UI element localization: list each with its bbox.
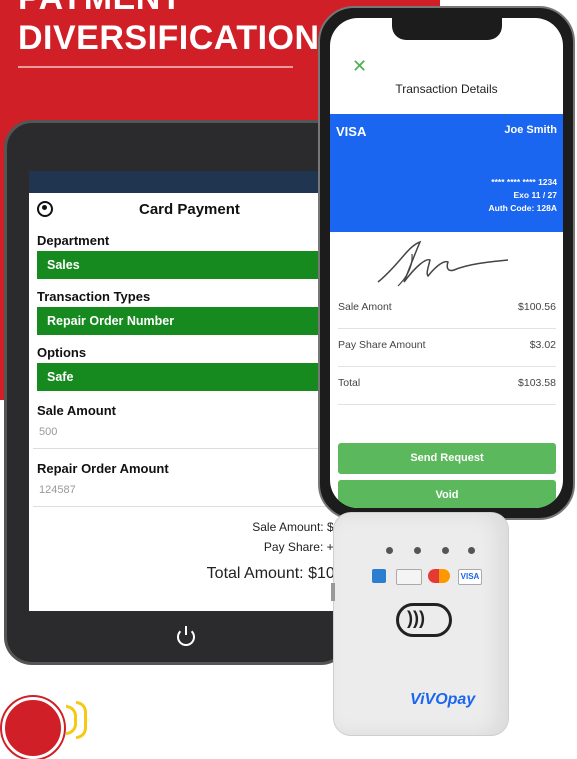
repair-order-amount-input[interactable]: 124587 — [33, 479, 359, 507]
power-icon[interactable] — [177, 626, 195, 646]
banner-title: PAYMENT DIVERSIFICATION — [18, 0, 320, 58]
mastercard-logo-icon — [428, 569, 450, 583]
card-auth-code: Auth Code: 128A — [488, 203, 557, 213]
signal-icon — [76, 701, 87, 739]
car-logo-icon — [2, 697, 64, 759]
row-value: $103.58 — [518, 377, 556, 389]
summary-pay-share: Pay Share: +3.00 — [263, 540, 357, 554]
row-total: Total $103.58 — [338, 367, 556, 405]
visa-logo-icon: VISA — [458, 569, 482, 585]
card-payment-header: Card Payment — [29, 193, 359, 229]
sale-amount-input[interactable]: 500 — [33, 421, 359, 449]
banner-title-line2: DIVERSIFICATION — [18, 19, 320, 57]
close-icon[interactable]: ✕ — [352, 56, 367, 77]
row-sale-amount: Sale Amont $100.56 — [338, 291, 556, 329]
contactless-icon: ))) — [396, 603, 452, 637]
summary-sale-amount: Sale Amount: $100. — [252, 520, 357, 534]
discover-logo-icon — [396, 569, 422, 585]
status-bar — [29, 171, 359, 193]
card-holder: Joe Smith — [504, 124, 557, 136]
banner-title-line1: PAYMENT — [18, 0, 320, 18]
row-value: $100.56 — [518, 301, 556, 313]
row-value: $3.02 — [529, 339, 556, 351]
card-expiry: Exo 11 / 27 — [513, 190, 557, 200]
transaction-types-select[interactable]: Repair Order Number — [37, 307, 359, 335]
row-label: Pay Share Amount — [338, 339, 426, 351]
user-circle-icon[interactable] — [37, 201, 53, 217]
page-title: Card Payment — [139, 201, 240, 218]
row-pay-share: Pay Share Amount $3.02 — [338, 329, 556, 367]
row-label: Sale Amont — [338, 301, 392, 313]
amex-logo-icon — [372, 569, 386, 583]
banner-divider — [18, 66, 293, 68]
signature-image — [377, 240, 509, 287]
phone-notch — [392, 18, 502, 40]
transaction-details-title: Transaction Details — [395, 82, 498, 96]
department-label: Department — [37, 233, 110, 248]
card-number: **** **** **** 1234 — [491, 177, 557, 187]
repair-order-amount-label: Repair Order Amount — [37, 461, 169, 476]
phone-screen: ✕ Transaction Details VISA Joe Smith ***… — [330, 18, 563, 508]
row-label: Total — [338, 377, 361, 389]
status-led — [414, 547, 421, 554]
tablet-screen: Card Payment Department Sales Transactio… — [29, 171, 359, 611]
status-led — [468, 547, 475, 554]
payment-summary: Sale Amount: $100. Pay Share: +3.00 Tota… — [29, 517, 359, 587]
phone-device: ✕ Transaction Details VISA Joe Smith ***… — [318, 6, 575, 520]
status-led — [442, 547, 449, 554]
status-led — [386, 547, 393, 554]
card-brand: VISA — [336, 124, 367, 139]
department-select[interactable]: Sales — [37, 251, 359, 279]
sale-amount-label: Sale Amount — [37, 403, 116, 418]
summary-total-amount: Total Amount: $103.5 — [206, 565, 357, 582]
void-button[interactable]: Void — [338, 480, 556, 508]
transaction-types-label: Transaction Types — [37, 289, 151, 304]
options-select[interactable]: Safe — [37, 363, 359, 391]
tablet-device: Card Payment Department Sales Transactio… — [4, 120, 359, 665]
card-reader-device: VISA ))) ViVOpay — [331, 512, 509, 736]
card-slot — [331, 583, 335, 601]
credit-card: VISA Joe Smith **** **** **** 1234 Exo 1… — [330, 114, 563, 232]
options-label: Options — [37, 345, 87, 360]
reader-brand-logo: ViVOpay — [410, 691, 476, 708]
send-request-button[interactable]: Send Request — [338, 443, 556, 474]
